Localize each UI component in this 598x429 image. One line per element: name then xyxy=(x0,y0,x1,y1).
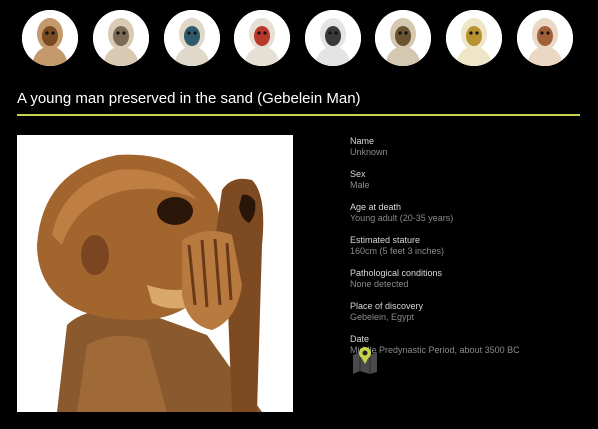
map-location-icon[interactable] xyxy=(352,346,378,374)
wooden-coffin-thumb-icon xyxy=(93,10,149,66)
thumbnail-2[interactable] xyxy=(164,10,220,66)
details-panel: Name Unknown Sex Male Age at death Young… xyxy=(350,136,590,367)
gebelein-man-image xyxy=(17,135,293,412)
detail-value: Middle Predynastic Period, about 3500 BC xyxy=(350,345,520,355)
mummy-photo xyxy=(17,135,293,412)
bandaged-mummy-thumb-icon xyxy=(375,10,431,66)
thumbnail-0[interactable] xyxy=(22,10,78,66)
gold-mask-thumb-icon xyxy=(446,10,502,66)
thumbnail-6[interactable] xyxy=(446,10,502,66)
detail-value: Male xyxy=(350,180,370,190)
mummy-thumbnail-strip xyxy=(0,0,598,80)
detail-label: Pathological conditions xyxy=(350,268,443,278)
red-face-mask-thumb-icon xyxy=(234,10,290,66)
thumbnail-3[interactable] xyxy=(234,10,290,66)
detail-label: Date xyxy=(350,334,370,344)
detail-value: None detected xyxy=(350,279,409,289)
detail-date: Date Middle Predynastic Period, about 35… xyxy=(350,334,590,356)
detail-stature: Estimated stature 160cm (5 feet 3 inches… xyxy=(350,235,590,257)
detail-age: Age at death Young adult (20-35 years) xyxy=(350,202,590,224)
detail-value: Unknown xyxy=(350,147,388,157)
detail-value: Gebelein, Egypt xyxy=(350,312,415,322)
gilded-mask-thumb-icon xyxy=(305,10,361,66)
detail-name: Name Unknown xyxy=(350,136,590,158)
detail-label: Place of discovery xyxy=(350,301,424,311)
detail-label: Sex xyxy=(350,169,366,179)
gebelein-man-thumb-icon xyxy=(22,10,78,66)
skull-thumb-icon xyxy=(517,10,573,66)
detail-label: Name xyxy=(350,136,375,146)
title-divider xyxy=(17,114,580,116)
thumbnail-4[interactable] xyxy=(305,10,361,66)
painted-mask-thumb-icon xyxy=(164,10,220,66)
detail-value: Young adult (20-35 years) xyxy=(350,213,454,223)
detail-place: Place of discovery Gebelein, Egypt xyxy=(350,301,590,323)
detail-label: Estimated stature xyxy=(350,235,421,245)
detail-value: 160cm (5 feet 3 inches) xyxy=(350,246,445,256)
detail-label: Age at death xyxy=(350,202,402,212)
detail-pathology: Pathological conditions None detected xyxy=(350,268,590,290)
detail-sex: Sex Male xyxy=(350,169,590,191)
page-title: A young man preserved in the sand (Gebel… xyxy=(17,90,361,107)
thumbnail-7[interactable] xyxy=(517,10,573,66)
thumbnail-5[interactable] xyxy=(375,10,431,66)
thumbnail-1[interactable] xyxy=(93,10,149,66)
